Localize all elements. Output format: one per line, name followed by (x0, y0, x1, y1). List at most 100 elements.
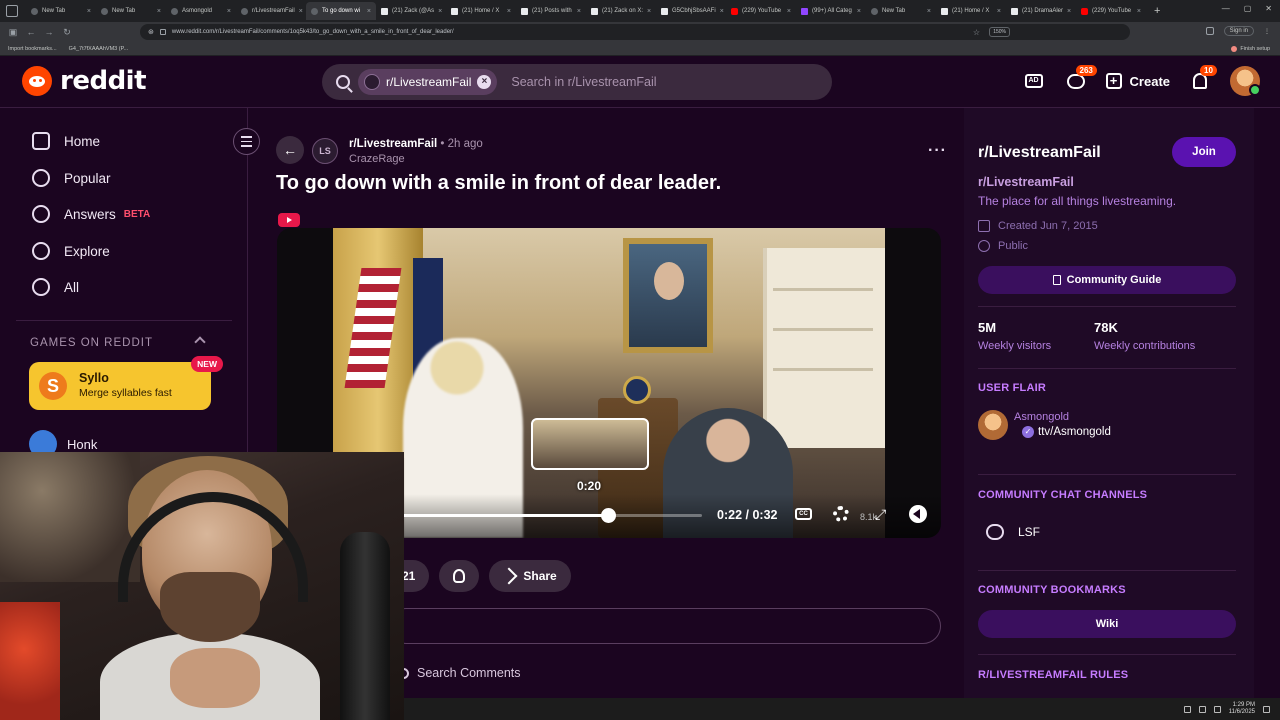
close-window-icon[interactable]: ✕ (1265, 4, 1272, 13)
close-tab-icon[interactable]: × (577, 8, 581, 15)
os-taskbar: 1:29 PM 11/6/2025 (404, 698, 1280, 720)
fullscreen-icon[interactable]: ⤢ (875, 506, 886, 523)
seek-handle[interactable] (601, 508, 617, 523)
browser-tab[interactable]: (21) DramaAler × (1006, 2, 1076, 20)
close-tab-icon[interactable]: × (997, 8, 1001, 15)
new-tab-button[interactable]: + (1154, 5, 1160, 17)
advertise-button[interactable]: AD (1022, 69, 1046, 93)
sign-in-button[interactable]: Sign in (1223, 26, 1254, 36)
user-avatar[interactable] (1230, 66, 1261, 96)
seek-bar[interactable] (402, 508, 702, 523)
close-tab-icon[interactable]: × (299, 8, 303, 15)
finish-setup-button[interactable]: Finish setup (1231, 45, 1270, 52)
speaker-icon[interactable] (1213, 705, 1221, 713)
browser-tab[interactable]: (21) Home / X × (446, 2, 516, 20)
chat-channel-item[interactable]: LSF (986, 524, 1040, 540)
bookmark-import[interactable]: Import bookmarks... (8, 46, 57, 52)
explore-icon (32, 242, 50, 260)
browser-tab[interactable]: To go down wi × (306, 2, 376, 20)
search-comments-button[interactable]: Search Comments (398, 666, 521, 680)
clear-scope-icon[interactable]: × (477, 75, 492, 89)
reddit-logo[interactable]: reddit (22, 66, 147, 96)
back-button[interactable]: ← (276, 136, 304, 164)
bookmark-star-icon[interactable]: ☆ (973, 28, 980, 37)
maximize-icon[interactable]: ▢ (1244, 4, 1252, 13)
browser-tab[interactable]: (229) YouTube × (726, 2, 796, 20)
reload-icon[interactable]: ↻ (58, 27, 76, 38)
close-tab-icon[interactable]: × (438, 8, 442, 15)
notifications-button[interactable]: 10 (1188, 65, 1217, 93)
minimize-icon[interactable]: — (1222, 4, 1230, 13)
join-button[interactable]: Join (1172, 137, 1236, 167)
browser-tab[interactable]: (21) Zack (@As × (376, 2, 446, 20)
bookmark-item[interactable]: G4_7t7fXAAAhVM3 (P... (69, 46, 129, 52)
close-tab-icon[interactable]: × (87, 8, 91, 15)
notification-center-icon[interactable] (1263, 705, 1270, 713)
tab-label: New Tab (882, 8, 906, 14)
more-menu-icon[interactable]: ⋮ (1264, 28, 1270, 35)
close-tab-icon[interactable]: × (720, 8, 724, 15)
close-tab-icon[interactable]: × (507, 8, 511, 15)
more-options-icon[interactable]: ··· (928, 142, 947, 160)
zoom-level[interactable]: 150% (989, 27, 1010, 37)
create-button[interactable]: + Create (1105, 73, 1170, 89)
browser-tab[interactable]: r/LivestreamFail × (236, 2, 306, 20)
time-display: 0:22 / 0:32 (717, 508, 778, 522)
close-tab-icon[interactable]: × (787, 8, 791, 15)
nav-item-home[interactable]: Home (32, 132, 100, 150)
network-icon[interactable] (1198, 705, 1206, 713)
window-menu-icon[interactable] (6, 5, 18, 17)
back-icon[interactable]: ← (22, 27, 40, 37)
browser-tab[interactable]: New Tab × (26, 2, 96, 20)
close-tab-icon[interactable]: × (927, 8, 931, 15)
nav-item-explore[interactable]: Explore (32, 242, 110, 260)
browser-tab[interactable]: (21) Home / X × (936, 2, 1006, 20)
seek-preview-thumbnail (531, 418, 649, 470)
search-input[interactable]: Search in r/LivestreamFail (511, 75, 656, 89)
captions-icon[interactable]: CC (795, 508, 812, 520)
subreddit-icon[interactable]: LS (312, 138, 338, 164)
award-button[interactable] (439, 560, 480, 592)
close-tab-icon[interactable]: × (647, 8, 651, 15)
flair-tag[interactable]: ✓ ttv/Asmongold (1022, 426, 1111, 438)
browser-tab[interactable]: New Tab × (866, 2, 936, 20)
close-tab-icon[interactable]: × (857, 8, 861, 15)
community-guide-button[interactable]: Community Guide (978, 266, 1236, 294)
wiki-button[interactable]: Wiki (978, 610, 1236, 638)
video-frame[interactable] (333, 228, 885, 538)
site-info-icon[interactable]: ⊛ (148, 28, 154, 36)
extensions-icon[interactable] (1205, 27, 1214, 35)
close-tab-icon[interactable]: × (367, 8, 371, 15)
close-tab-icon[interactable]: × (1067, 8, 1071, 15)
settings-gear-icon[interactable] (833, 506, 849, 522)
url-bar[interactable]: ⊛ www.reddit.com/r/LivestreamFail/commen… (140, 24, 1130, 40)
browser-tab[interactable]: (99+) All Categ × (796, 2, 866, 20)
volume-icon[interactable] (909, 505, 927, 523)
search-scope-chip[interactable]: r/LivestreamFail × (358, 69, 498, 95)
search-bar[interactable]: r/LivestreamFail × Search in r/Livestrea… (322, 64, 832, 100)
post-author[interactable]: CrazeRage (349, 153, 483, 165)
subreddit-avatar-icon (364, 74, 380, 90)
browser-tab[interactable]: G5CbhjSbsAAFi × (656, 2, 726, 20)
forward-icon[interactable]: → (40, 27, 58, 37)
close-tab-icon[interactable]: × (227, 8, 231, 15)
sidebar-toggle-icon[interactable]: ▣ (4, 27, 22, 38)
browser-tab[interactable]: Asmongold × (166, 2, 236, 20)
browser-tab[interactable]: New Tab × (96, 2, 166, 20)
close-tab-icon[interactable]: × (1137, 8, 1141, 15)
close-tab-icon[interactable]: × (157, 8, 161, 15)
browser-tab[interactable]: (229) YouTube × (1076, 2, 1146, 20)
clock[interactable]: 1:29 PM 11/6/2025 (1229, 702, 1255, 716)
nav-item-popular[interactable]: Popular (32, 169, 111, 187)
nav-item-answers[interactable]: Answers BETA (32, 205, 150, 223)
subreddit-link[interactable]: r/LivestreamFail (349, 138, 437, 150)
browser-tab[interactable]: (21) Posts with × (516, 2, 586, 20)
comment-input[interactable] (388, 608, 941, 644)
syllo-game-card[interactable]: S Syllo Merge syllables fast NEW (29, 356, 223, 410)
share-button[interactable]: Share (489, 560, 571, 592)
tray-chevron-icon[interactable] (1183, 705, 1191, 713)
browser-tab[interactable]: (21) Zack on X: × (586, 2, 656, 20)
chat-button[interactable]: 263 (1064, 65, 1097, 93)
nav-item-all[interactable]: All (32, 278, 79, 296)
chevron-up-icon[interactable] (194, 336, 206, 348)
